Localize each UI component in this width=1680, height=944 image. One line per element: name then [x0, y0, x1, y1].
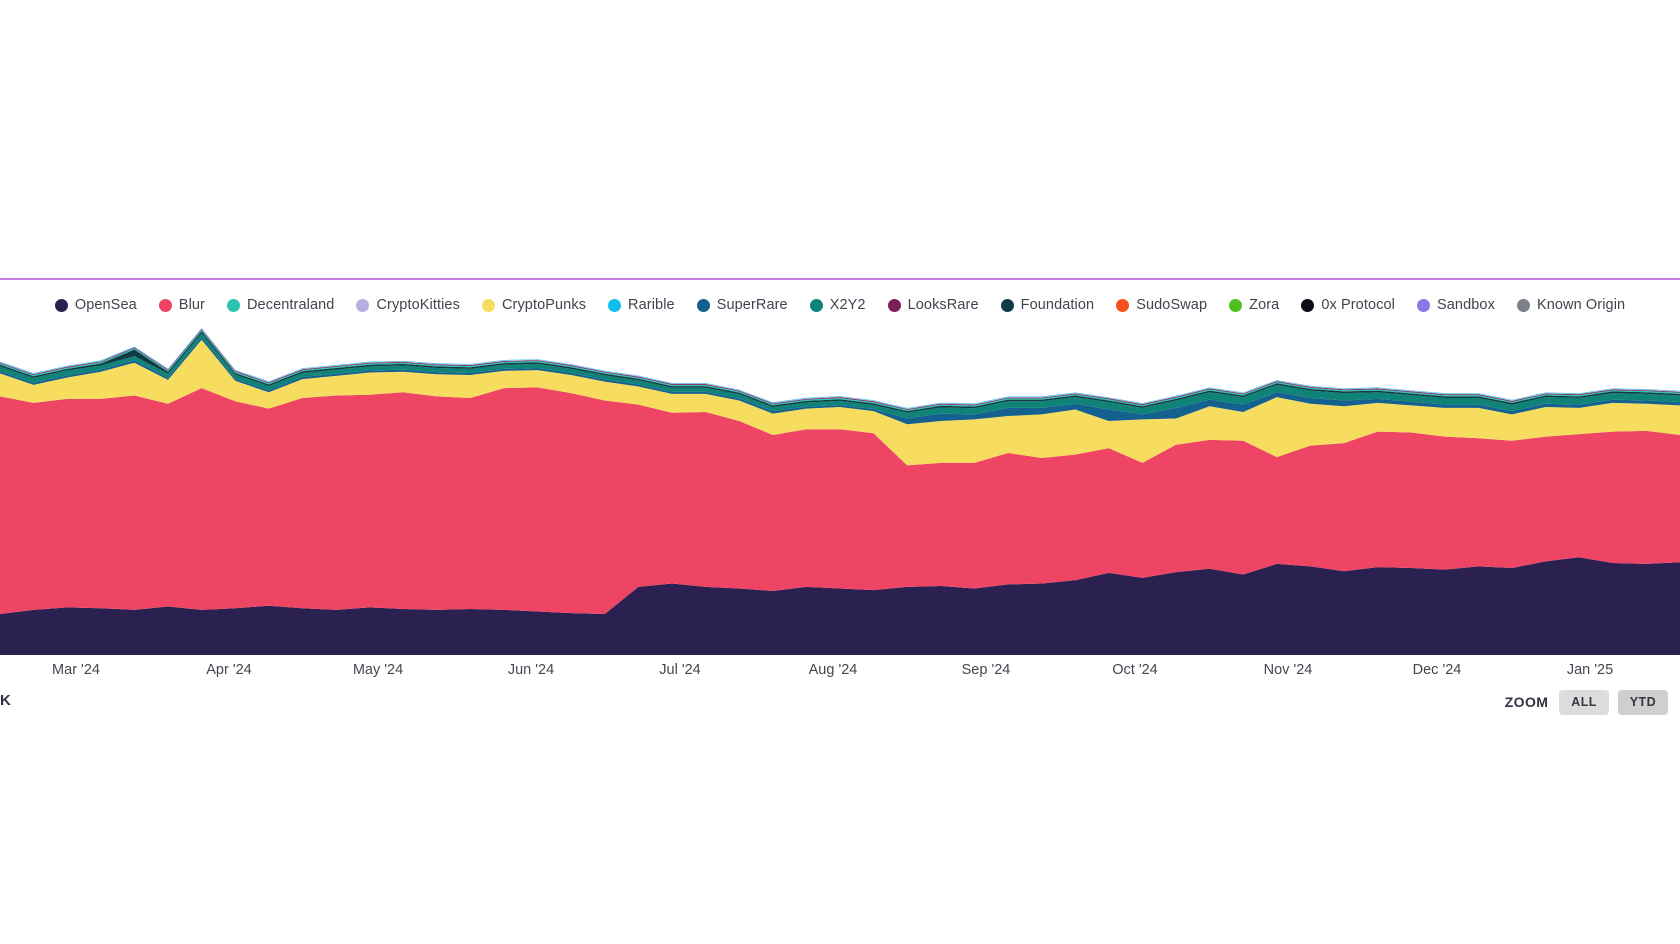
legend-swatch-icon — [1516, 298, 1530, 312]
legend-item-label: X2Y2 — [829, 296, 866, 313]
legend-item-label: Rarible — [628, 296, 675, 313]
legend-item-label: Known Origin — [1536, 296, 1626, 313]
legend-item-label: SudoSwap — [1136, 296, 1208, 313]
x-axis-tick-label: Aug '24 — [808, 662, 858, 678]
x-axis-tick-label: Jul '24 — [659, 662, 701, 678]
x-axis-tick-label: Dec '24 — [1412, 662, 1462, 678]
legend-item-label: CryptoPunks — [501, 296, 587, 313]
x-axis-tick-label: Jan '25 — [1566, 662, 1614, 678]
x-axis-tick-label: Oct '24 — [1112, 662, 1158, 678]
legend-item-decentraland[interactable]: Decentraland — [226, 296, 335, 313]
legend-item-looksrare[interactable]: LooksRare — [887, 296, 979, 313]
stacked-area-plot[interactable] — [0, 318, 1680, 655]
x-axis-tick-label: Apr '24 — [206, 662, 252, 678]
legend-item-label: LooksRare — [907, 296, 979, 313]
legend-swatch-icon — [696, 298, 710, 312]
x-axis-tick-label: Mar '24 — [52, 662, 100, 678]
legend-swatch-icon — [1416, 298, 1430, 312]
x-axis-tick-label: Jun '24 — [507, 662, 555, 678]
legend-swatch-icon — [1229, 298, 1243, 312]
legend-item-label: Sandbox — [1436, 296, 1495, 313]
legend-item-label: Foundation — [1020, 296, 1095, 313]
legend-item-cryptokitties[interactable]: CryptoKitties — [356, 298, 460, 313]
legend-swatch-icon — [54, 298, 68, 312]
legend-swatch-icon — [1000, 298, 1014, 312]
legend-item-label: CryptoKitties — [376, 296, 460, 313]
zoom-ytd-button[interactable]: YTD — [1617, 690, 1668, 715]
legend-swatch-icon — [608, 298, 622, 312]
legend-item-label: Decentraland — [246, 296, 335, 313]
legend-swatch-icon — [1116, 298, 1130, 312]
legend-item-known-origin[interactable]: Known Origin — [1516, 296, 1626, 313]
x-axis-tick-label: May '24 — [352, 662, 404, 678]
legend-item-label: Blur — [178, 296, 205, 313]
legend-swatch-icon — [158, 298, 172, 312]
legend-swatch-icon — [226, 298, 240, 312]
legend-item-label: Zora — [1249, 296, 1280, 313]
legend-item-sudoswap[interactable]: SudoSwap — [1116, 298, 1207, 313]
legend-swatch-icon — [481, 298, 495, 312]
legend-item-x2y2[interactable]: X2Y2 — [809, 296, 866, 313]
panel-top-divider — [0, 278, 1680, 280]
legend-swatch-icon — [356, 298, 370, 312]
legend-item-rarible[interactable]: Rarible — [608, 298, 675, 313]
legend-swatch-icon — [809, 298, 823, 312]
x-axis-tick-label: Sep '24 — [961, 662, 1011, 678]
legend-item-label: SuperRare — [716, 296, 788, 313]
legend-item-sandbox[interactable]: Sandbox — [1416, 296, 1495, 313]
legend-item-cryptopunks[interactable]: CryptoPunks — [481, 296, 587, 313]
legend-item-blur[interactable]: Blur — [158, 296, 205, 313]
legend-swatch-icon — [1301, 298, 1315, 312]
x-axis-tick-label: Nov '24 — [1263, 662, 1313, 678]
legend-item-0x-protocol[interactable]: 0x Protocol — [1301, 298, 1395, 313]
zoom-controls[interactable]: ZOOM ALL YTD — [1505, 690, 1668, 715]
legend-item-opensea[interactable]: OpenSea — [54, 296, 137, 313]
stacked-area-svg[interactable] — [0, 318, 1680, 655]
legend-item-foundation[interactable]: Foundation — [1000, 296, 1095, 313]
zoom-label: ZOOM — [1504, 694, 1549, 711]
legend-item-superrare[interactable]: SuperRare — [696, 296, 788, 313]
legend-item-label: OpenSea — [74, 296, 137, 313]
zoom-all-button[interactable]: ALL — [1559, 690, 1609, 715]
legend-item-label: 0x Protocol — [1321, 296, 1395, 313]
legend-item-zora[interactable]: Zora — [1229, 298, 1279, 313]
x-axis: Mar '24 Apr '24 May '24 Jun '24 Jul '24 Aug '… — [0, 656, 1680, 690]
nft-marketplace-volume-chart-panel: OpenSea Blur Decentraland CryptoKitties Cryp… — [0, 0, 1680, 944]
y-axis-unit-label: K — [0, 692, 11, 709]
legend-swatch-icon — [887, 298, 901, 312]
chart-legend[interactable]: OpenSea Blur Decentraland CryptoKitties Cryp… — [0, 292, 1680, 318]
